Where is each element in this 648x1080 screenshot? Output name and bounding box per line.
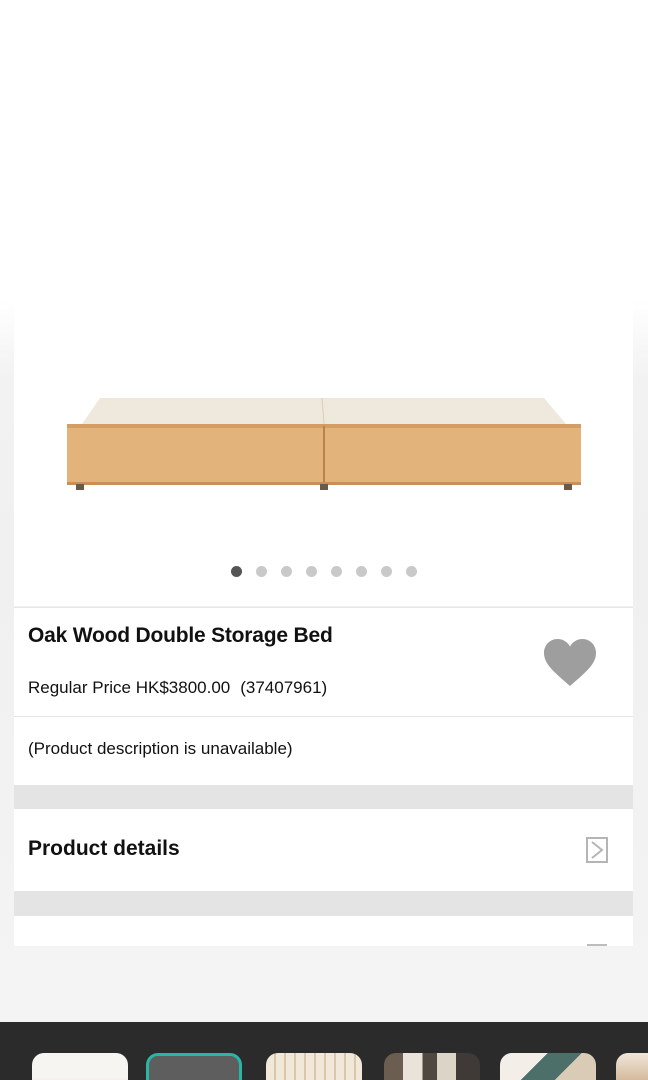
product-title: Oak Wood Double Storage Bed [28, 624, 333, 647]
description-text: (Product description is unavailable) [28, 739, 293, 758]
thumbnail-strip[interactable] [0, 1022, 648, 1080]
product-details-row[interactable]: Product details [14, 809, 633, 891]
product-code: (37407961) [240, 678, 328, 697]
carousel-dot[interactable] [380, 566, 392, 577]
heart-icon[interactable] [542, 638, 598, 688]
carousel-dot-active[interactable] [230, 566, 242, 577]
product-image [67, 397, 581, 490]
carousel-dot[interactable] [280, 566, 292, 577]
thumbnail-selected[interactable] [146, 1053, 242, 1080]
chevron-right-icon [586, 837, 608, 863]
carousel-dot[interactable] [255, 566, 267, 577]
price-label: Regular Price HK$3800.00 [28, 678, 231, 697]
product-price: Regular Price HK$3800.00 (37407961) [28, 678, 327, 698]
product-description: (Product description is unavailable) [14, 716, 633, 785]
carousel-dots[interactable] [14, 566, 633, 577]
product-page: Oak Wood Double Storage Bed Regular Pric… [0, 0, 648, 1080]
product-info: Oak Wood Double Storage Bed Regular Pric… [14, 607, 633, 716]
thumbnail[interactable] [616, 1053, 648, 1080]
carousel-dot[interactable] [305, 566, 317, 577]
next-section-row[interactable] [14, 916, 633, 946]
product-details-label: Product details [28, 837, 180, 860]
section-divider [14, 785, 633, 809]
thumbnail[interactable] [384, 1053, 480, 1080]
thumbnail[interactable] [266, 1053, 362, 1080]
carousel-dot[interactable] [405, 566, 417, 577]
section-divider [14, 891, 633, 916]
thumbnail[interactable] [32, 1053, 128, 1080]
carousel-dot[interactable] [355, 566, 367, 577]
thumbnail[interactable] [500, 1053, 596, 1080]
chevron-right-icon [587, 944, 607, 946]
carousel-dot[interactable] [330, 566, 342, 577]
product-image-carousel[interactable] [14, 300, 633, 606]
